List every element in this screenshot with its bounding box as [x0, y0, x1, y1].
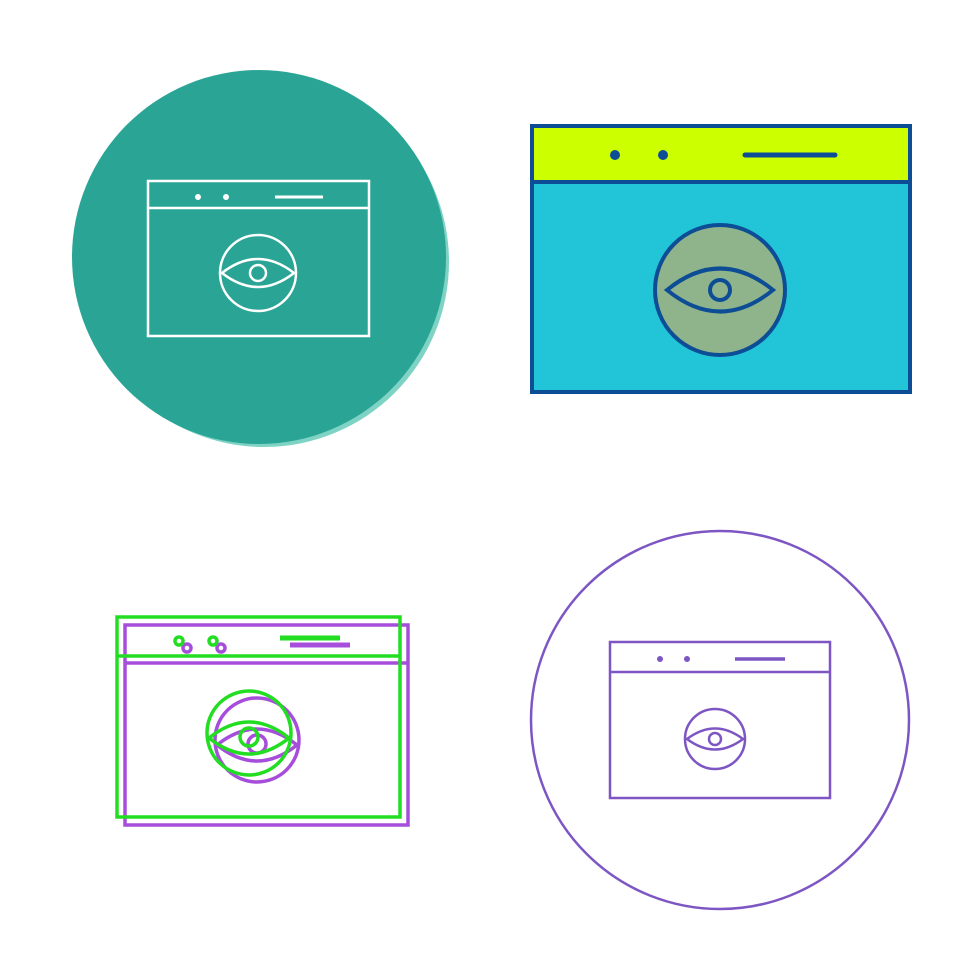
- browser-dot: [657, 656, 663, 662]
- browser-dot: [610, 150, 620, 160]
- outer-circle: [529, 529, 911, 911]
- eye-pupil: [707, 731, 723, 747]
- browser-eye-two-tone-icon: [115, 615, 410, 827]
- browser-dot: [195, 194, 201, 200]
- browser-eye-filled-icon: [530, 124, 912, 394]
- browser-window-outline: [608, 640, 832, 800]
- browser-dot: [223, 194, 229, 200]
- browser-eye-teal-circle-icon: [72, 70, 449, 447]
- browser-window-outline: [115, 615, 402, 819]
- icon-set: [0, 0, 980, 980]
- lens-circle: [683, 707, 747, 771]
- browser-eye-outline-circle-icon: [529, 529, 911, 911]
- browser-dot: [207, 635, 219, 647]
- browser-dot: [684, 656, 690, 662]
- browser-titlebar: [530, 124, 912, 184]
- teal-circle: [72, 70, 446, 444]
- lens-circle: [653, 223, 787, 357]
- browser-dot: [173, 635, 185, 647]
- eye-outline: [684, 727, 746, 751]
- browser-dot: [658, 150, 668, 160]
